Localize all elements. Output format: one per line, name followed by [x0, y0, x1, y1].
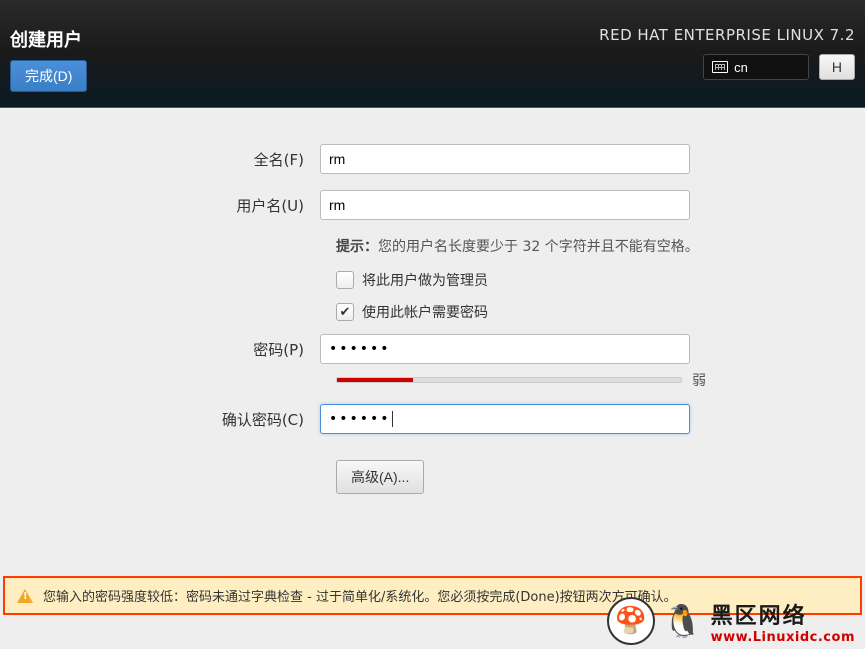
content: 全名(F) 用户名(U) 提示：您的用户名长度要少于 32 个字符并且不能有空格…	[0, 108, 865, 494]
password-strength-fill	[337, 378, 413, 382]
fullname-label: 全名(F)	[30, 149, 320, 170]
os-label: RED HAT ENTERPRISE LINUX 7.2	[599, 26, 855, 44]
hint-label: 提示：	[336, 239, 378, 255]
watermark-logo-icon: 🍄	[607, 597, 655, 645]
password-strength-text: 弱	[692, 370, 706, 390]
password-strength-bar	[336, 377, 682, 383]
confirm-password-input[interactable]: ••••••	[320, 404, 690, 434]
username-label: 用户名(U)	[30, 195, 320, 216]
keyboard-icon	[712, 61, 728, 73]
warning-text: 您输入的密码强度较低：密码未通过字典检查 - 过于简单化/系统化。您必须按完成(…	[43, 586, 677, 605]
admin-checkbox[interactable]	[336, 271, 354, 289]
warning-icon	[17, 589, 33, 603]
watermark-site-name: 黑区网络	[711, 598, 855, 630]
require-password-label: 使用此帐户需要密码	[362, 302, 488, 322]
admin-checkbox-label: 将此用户做为管理员	[362, 270, 488, 290]
username-input[interactable]	[320, 190, 690, 220]
fullname-input[interactable]	[320, 144, 690, 174]
keyboard-layout-label: cn	[734, 60, 748, 75]
page-title: 创建用户	[10, 26, 87, 52]
username-hint: 提示：您的用户名长度要少于 32 个字符并且不能有空格。	[336, 236, 835, 256]
watermark-site-url: www.Linuxidc.com	[711, 630, 855, 645]
watermark: 🍄 🐧 黑区网络 www.Linuxidc.com	[607, 597, 855, 645]
done-button[interactable]: 完成(D)	[10, 60, 87, 92]
hint-text: 您的用户名长度要少于 32 个字符并且不能有空格。	[378, 239, 699, 255]
topbar: 创建用户 完成(D) RED HAT ENTERPRISE LINUX 7.2 …	[0, 0, 865, 108]
keyboard-layout-button[interactable]: cn	[703, 54, 809, 80]
require-password-checkbox[interactable]	[336, 303, 354, 321]
password-label: 密码(P)	[30, 339, 320, 360]
penguin-icon: 🐧	[663, 602, 703, 640]
help-button[interactable]: H	[819, 54, 855, 80]
advanced-button[interactable]: 高级(A)...	[336, 460, 424, 494]
confirm-password-label: 确认密码(C)	[30, 409, 320, 430]
password-input[interactable]: ••••••	[320, 334, 690, 364]
